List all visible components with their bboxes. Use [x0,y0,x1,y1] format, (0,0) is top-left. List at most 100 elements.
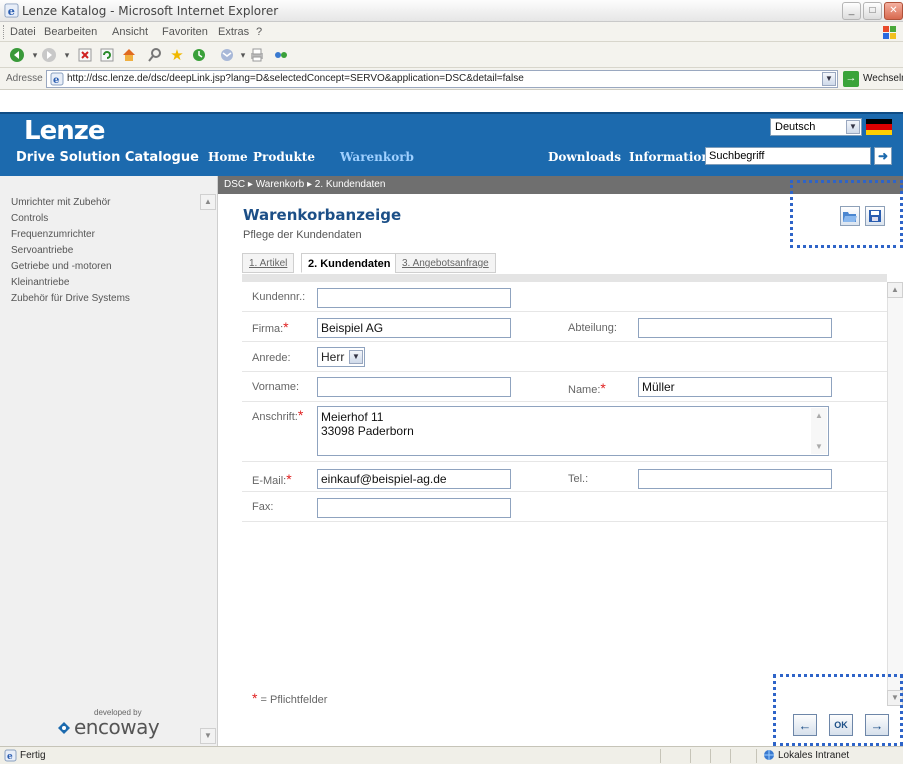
svg-text:e: e [8,4,15,18]
sidebar-item-kleinantriebe[interactable]: Kleinantriebe [11,277,69,288]
refresh-icon[interactable] [98,46,116,64]
anrede-dropdown-icon[interactable]: ▼ [349,350,363,364]
scroll-down-icon[interactable]: ▼ [811,439,827,454]
nav-warenkorb[interactable]: Warenkorb [340,150,414,164]
sidebar-item-umrichter[interactable]: Umrichter mit Zubehör [11,197,110,208]
main-content: Warenkorbanzeige Pflege der Kundendaten … [218,180,903,746]
scroll-up-icon[interactable]: ▲ [811,408,827,423]
go-button-label[interactable]: Wechseln zu [863,73,903,84]
tab-kundendaten[interactable]: 2. Kundendaten [301,253,398,273]
vorname-field[interactable] [317,377,511,397]
email-label: E-Mail:* [252,471,292,487]
browser-toolbar: ▾ ▾ ★ ▾ [0,42,903,68]
encoway-logo[interactable]: developed by encoway [56,708,176,739]
name-label: Name:* [568,380,606,396]
required-legend: * = Pflichtfelder [252,690,328,706]
required-marker: * [252,690,258,706]
sidebar-item-zubehoer[interactable]: Zubehör für Drive Systems [11,293,130,304]
sidebar: Umrichter mit Zubehör Controls Frequenzu… [0,176,218,746]
german-flag-icon [866,119,892,135]
svg-text:e: e [7,752,13,762]
menu-help[interactable]: ? [256,26,262,38]
required-marker: * [283,319,289,335]
scroll-down-icon[interactable]: ▼ [200,728,216,744]
close-button[interactable]: ✕ [884,2,903,20]
favorites-star-icon[interactable]: ★ [168,46,186,64]
anschrift-textarea[interactable]: Meierhof 11 33098 Paderborn ▲ ▼ [317,406,829,456]
sidebar-scrollbar[interactable]: ▲ ▼ [200,194,216,744]
kundennr-field[interactable] [317,288,511,308]
firma-field[interactable]: Beispiel AG [317,318,511,338]
form-row: Kundennr.: [242,282,887,312]
nav-information[interactable]: Information [629,150,710,164]
abteilung-label: Abteilung: [568,322,617,334]
nav-produkte[interactable]: Produkte [253,150,315,164]
save-disk-icon[interactable] [865,206,885,226]
print-icon[interactable] [248,46,266,64]
menu-bearbeiten[interactable]: Bearbeiten [44,26,97,38]
search-icon[interactable] [146,46,164,64]
menu-extras[interactable]: Extras [218,26,249,38]
open-folder-icon[interactable] [840,206,860,226]
sidebar-item-servoantriebe[interactable]: Servoantriebe [11,245,73,256]
sidebar-item-frequenzumrichter[interactable]: Frequenzumrichter [11,229,95,240]
breadcrumb-text[interactable]: DSC ▸ Warenkorb ▸ 2. Kundendaten [224,179,385,190]
maximize-button[interactable]: □ [863,2,882,20]
nav-home[interactable]: Home [208,150,248,164]
textarea-scrollbar[interactable]: ▲ ▼ [811,408,827,454]
page-title: Warenkorbanzeige [243,206,402,224]
nav-downloads[interactable]: Downloads [548,150,621,164]
sidebar-item-getriebe[interactable]: Getriebe und -motoren [11,261,112,272]
search-value: Suchbegriff [709,150,765,162]
language-select[interactable]: Deutsch ▼ [770,118,862,136]
tab-artikel[interactable]: 1. Artikel [242,253,295,273]
scroll-up-icon[interactable]: ▲ [887,282,903,298]
ok-button[interactable]: OK [829,714,853,736]
menu-datei[interactable]: Datei [10,26,36,38]
menu-favoriten[interactable]: Favoriten [162,26,208,38]
language-dropdown-icon[interactable]: ▼ [846,120,860,134]
back-icon[interactable] [8,46,26,64]
scroll-up-icon[interactable]: ▲ [200,194,216,210]
tab-angebotsanfrage[interactable]: 3. Angebotsanfrage [395,253,496,273]
page-icon: e [50,72,64,86]
search-go-button[interactable]: ➜ [874,147,892,165]
history-icon[interactable] [190,46,208,64]
form-row: Firma:* Beispiel AG Abteilung: [242,312,887,342]
home-icon[interactable] [120,46,138,64]
anrede-select[interactable]: Herr ▼ [317,347,365,367]
anschrift-line: 33098 Paderborn [321,424,414,438]
menu-ansicht[interactable]: Ansicht [112,26,148,38]
tel-label: Tel.: [568,473,589,485]
messenger-icon[interactable] [272,46,290,64]
statusbar: e Fertig Lokales Intranet [0,746,903,764]
stop-icon[interactable] [76,46,94,64]
svg-text:e: e [53,75,59,86]
forward-dropdown-icon[interactable]: ▾ [58,46,76,64]
email-field[interactable]: einkauf@beispiel-ag.de [317,469,511,489]
address-dropdown-icon[interactable]: ▼ [822,72,836,86]
address-input[interactable]: e http://dsc.lenze.de/dsc/deepLink.jsp?l… [46,70,838,88]
fax-field[interactable] [317,498,511,518]
next-button[interactable]: → [865,714,889,736]
sidebar-item-controls[interactable]: Controls [11,213,48,224]
name-field[interactable]: Müller [638,377,832,397]
required-marker: * [286,471,292,487]
abteilung-field[interactable] [638,318,832,338]
forward-icon[interactable] [40,46,58,64]
back-button[interactable]: ← [793,714,817,736]
address-label: Adresse [6,73,43,84]
anschrift-line: Meierhof 11 [321,410,384,424]
anrede-value: Herr [321,350,345,364]
go-arrow-icon[interactable]: → [843,71,859,87]
form-row: Anrede: Herr ▼ [242,342,887,372]
required-marker: * [600,380,606,396]
lenze-logo[interactable]: Lenze [24,116,105,146]
content-scrollbar[interactable]: ▲ ▼ [887,282,903,706]
anschrift-label: Anschrift:* [252,407,304,423]
search-input[interactable]: Suchbegriff [705,147,871,165]
address-bar: Adresse e http://dsc.lenze.de/dsc/deepLi… [0,68,903,90]
tel-field[interactable] [638,469,832,489]
minimize-button[interactable]: _ [842,2,861,20]
encoway-wordmark: encoway [74,715,160,739]
